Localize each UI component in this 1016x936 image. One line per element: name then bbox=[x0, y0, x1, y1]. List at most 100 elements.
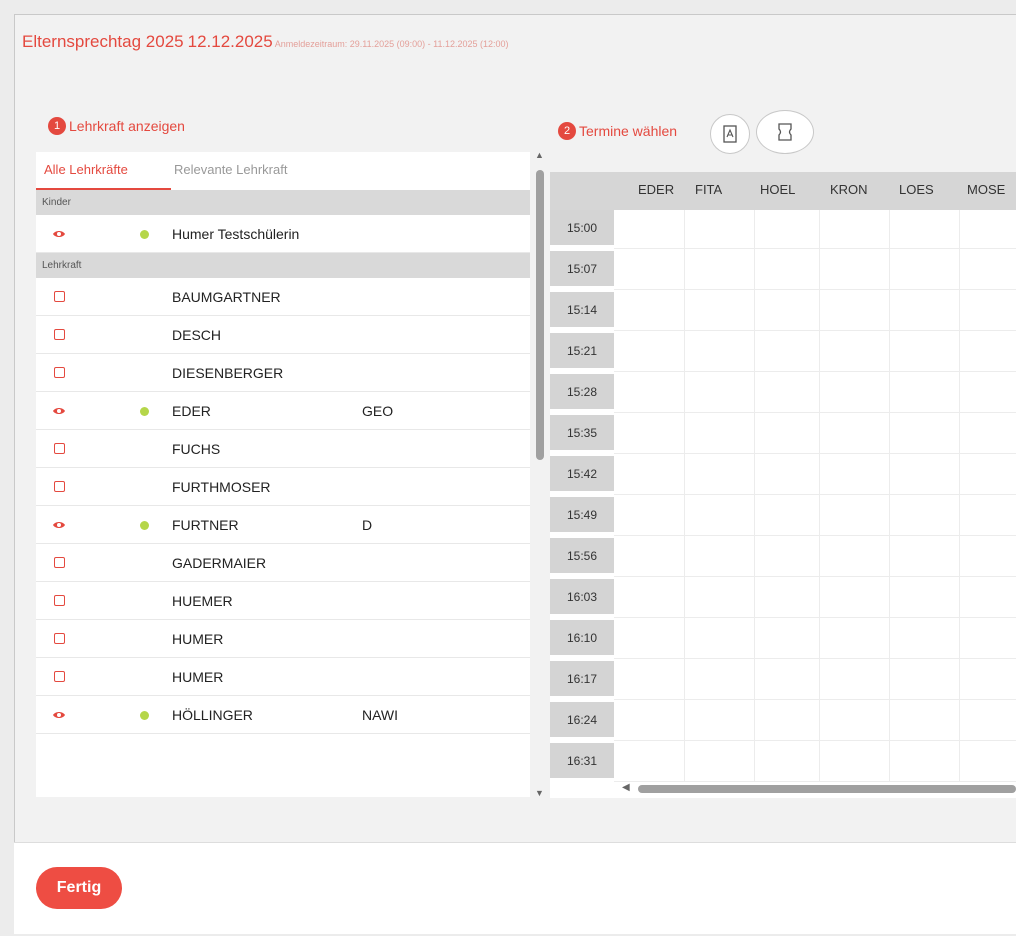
list-item[interactable]: FUCHS bbox=[36, 430, 530, 468]
scroll-down-icon[interactable]: ▼ bbox=[535, 788, 544, 798]
grid-column-divider bbox=[684, 210, 685, 782]
step-choose-appointments: 2 Termine wählen bbox=[558, 122, 677, 140]
time-slot-label: 15:56 bbox=[550, 538, 614, 573]
grid-row-divider bbox=[614, 617, 1016, 618]
teacher-column-header: MOSE bbox=[967, 182, 1006, 197]
teacher-name: EDER bbox=[172, 403, 211, 419]
list-item[interactable]: DIESENBERGER bbox=[36, 354, 530, 392]
teacher-name: FURTNER bbox=[172, 517, 239, 533]
grid-row-divider bbox=[614, 248, 1016, 249]
step-number-badge: 2 bbox=[558, 122, 576, 140]
teacher-name: HUEMER bbox=[172, 593, 233, 609]
teacher-name: FURTHMOSER bbox=[172, 479, 271, 495]
eye-icon[interactable] bbox=[52, 227, 66, 241]
appointment-grid: EDER FITA HOEL KRON LOES MOSE 15:00 15:07 15:14… bbox=[550, 172, 1016, 798]
time-slot-label: 15:21 bbox=[550, 333, 614, 368]
grid-row-divider bbox=[614, 371, 1016, 372]
eye-icon[interactable] bbox=[52, 708, 66, 722]
checkbox-icon[interactable] bbox=[54, 367, 65, 378]
list-item[interactable]: EDER GEO bbox=[36, 392, 530, 430]
subject-label: D bbox=[362, 517, 373, 533]
grid-column-divider bbox=[819, 210, 820, 782]
teacher-name: GADERMAIER bbox=[172, 555, 267, 571]
list-item[interactable]: FURTHMOSER bbox=[36, 468, 530, 506]
scroll-left-icon[interactable]: ◀ bbox=[622, 782, 630, 793]
grid-horizontal-scrollbar[interactable]: ◀ bbox=[618, 782, 1016, 796]
list-item[interactable]: DESCH bbox=[36, 316, 530, 354]
time-column: 15:00 15:07 15:14 15:21 15:28 15:35 15:42 15:49… bbox=[550, 210, 614, 784]
checkbox-icon[interactable] bbox=[54, 595, 65, 606]
teacher-column-header: LOES bbox=[899, 182, 934, 197]
page-title: Elternsprechtag 2025 bbox=[22, 32, 184, 51]
status-dot-icon bbox=[140, 711, 149, 720]
step-label: Lehrkraft anzeigen bbox=[69, 118, 185, 134]
section-teachers: Lehrkraft bbox=[36, 253, 530, 278]
teacher-tabs: Alle Lehrkräfte Relevante Lehrkraft bbox=[36, 152, 530, 190]
time-slot-label: 15:42 bbox=[550, 456, 614, 491]
grid-row-divider bbox=[614, 412, 1016, 413]
list-item[interactable]: HUMER bbox=[36, 620, 530, 658]
teacher-name: Humer Testschülerin bbox=[172, 226, 300, 242]
pdf-export-button[interactable] bbox=[710, 114, 750, 154]
teacher-column-header: FITA bbox=[695, 182, 723, 197]
active-tab-indicator bbox=[36, 188, 171, 190]
step-label: Termine wählen bbox=[579, 123, 678, 139]
grid-row-divider bbox=[614, 535, 1016, 536]
time-slot-label: 15:35 bbox=[550, 415, 614, 450]
eye-icon[interactable] bbox=[52, 518, 66, 532]
grid-row-divider bbox=[614, 289, 1016, 290]
time-slot-label: 16:31 bbox=[550, 743, 614, 778]
tab-all-teachers[interactable]: Alle Lehrkräfte bbox=[44, 162, 128, 177]
scroll-up-icon[interactable]: ▲ bbox=[535, 150, 544, 160]
list-item[interactable]: HUEMER bbox=[36, 582, 530, 620]
time-slot-label: 16:03 bbox=[550, 579, 614, 614]
checkbox-icon[interactable] bbox=[54, 443, 65, 454]
list-item[interactable]: HUMER bbox=[36, 658, 530, 696]
grid-column-divider bbox=[754, 210, 755, 782]
list-item[interactable]: HÖLLINGER NAWI bbox=[36, 696, 530, 734]
teacher-name: DIESENBERGER bbox=[172, 365, 284, 381]
pdf-icon bbox=[723, 125, 737, 143]
time-slot-label: 15:14 bbox=[550, 292, 614, 327]
list-item[interactable]: Humer Testschülerin bbox=[36, 215, 530, 253]
step-show-teacher: 1 Lehrkraft anzeigen bbox=[48, 117, 185, 135]
checkbox-icon[interactable] bbox=[54, 671, 65, 682]
grid-row-divider bbox=[614, 740, 1016, 741]
done-button[interactable]: Fertig bbox=[36, 867, 122, 909]
registration-period: Anmeldezeitraum: 29.11.2025 (09:00) - 11… bbox=[274, 39, 509, 49]
appointment-cells[interactable] bbox=[614, 210, 1016, 782]
checkbox-icon[interactable] bbox=[54, 633, 65, 644]
checkbox-icon[interactable] bbox=[54, 481, 65, 492]
grid-row-divider bbox=[614, 330, 1016, 331]
list-item[interactable]: BAUMGARTNER bbox=[36, 278, 530, 316]
scrollbar-thumb[interactable] bbox=[638, 785, 1016, 793]
step-number-badge: 1 bbox=[48, 117, 66, 135]
time-slot-label: 15:07 bbox=[550, 251, 614, 286]
grid-header: EDER FITA HOEL KRON LOES MOSE bbox=[550, 172, 1016, 210]
grid-column-divider bbox=[959, 210, 960, 782]
teacher-column-header: HOEL bbox=[760, 182, 796, 197]
scrollbar-thumb[interactable] bbox=[536, 170, 544, 460]
grid-row-divider bbox=[614, 494, 1016, 495]
list-item[interactable]: GADERMAIER bbox=[36, 544, 530, 582]
teacher-name: HÖLLINGER bbox=[172, 707, 253, 723]
time-slot-label: 15:49 bbox=[550, 497, 614, 532]
tab-relevant-teacher[interactable]: Relevante Lehrkraft bbox=[174, 162, 287, 177]
checkbox-icon[interactable] bbox=[54, 291, 65, 302]
eye-icon[interactable] bbox=[52, 404, 66, 418]
status-dot-icon bbox=[140, 521, 149, 530]
teacher-name: HUMER bbox=[172, 631, 224, 647]
print-icon bbox=[778, 123, 792, 141]
time-slot-label: 16:10 bbox=[550, 620, 614, 655]
grid-row-divider bbox=[614, 576, 1016, 577]
time-slot-label: 16:17 bbox=[550, 661, 614, 696]
print-button[interactable] bbox=[756, 110, 814, 154]
teacher-column-header: EDER bbox=[638, 182, 675, 197]
checkbox-icon[interactable] bbox=[54, 329, 65, 340]
teacher-list-scrollbar[interactable]: ▲ ▼ bbox=[534, 150, 546, 798]
status-dot-icon bbox=[140, 230, 149, 239]
grid-row-divider bbox=[614, 658, 1016, 659]
list-item[interactable]: FURTNER D bbox=[36, 506, 530, 544]
checkbox-icon[interactable] bbox=[54, 557, 65, 568]
grid-row-divider bbox=[614, 699, 1016, 700]
